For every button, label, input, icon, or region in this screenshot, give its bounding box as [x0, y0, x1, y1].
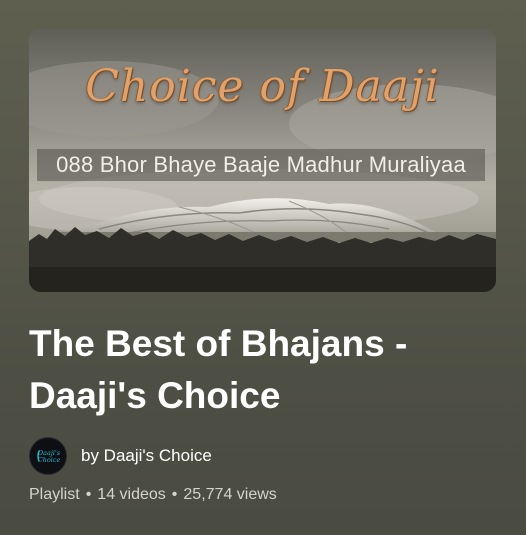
meta-separator: •	[85, 486, 92, 503]
meta-separator: •	[171, 486, 178, 503]
thumbnail-caption: 088 Bhor Bhaye Baaje Madhur Muraliyaa	[37, 149, 485, 181]
playlist-thumbnail[interactable]: Choice of Daaji 088 Bhor Bhaye Baaje Mad…	[29, 29, 496, 292]
ground-shadow	[29, 267, 496, 292]
channel-name[interactable]: by Daaji's Choice	[81, 446, 212, 466]
playlist-title[interactable]: The Best of Bhajans - Daaji's Choice	[29, 318, 499, 422]
channel-link[interactable]: Daaji's Choice by Daaji's Choice	[29, 437, 212, 475]
view-count: 25,774 views	[183, 486, 277, 503]
thumbnail-script-title: Choice of Daaji	[85, 61, 440, 112]
avatar[interactable]: Daaji's Choice	[29, 437, 67, 475]
playlist-card: Choice of Daaji 088 Bhor Bhaye Baaje Mad…	[0, 0, 526, 535]
avatar-text-line2: Choice	[38, 456, 61, 464]
playlist-meta: Playlist • 14 videos • 25,774 views	[29, 486, 277, 504]
channel-logo-icon: Daaji's Choice	[37, 449, 61, 464]
video-count: 14 videos	[97, 486, 166, 503]
playlist-type: Playlist	[29, 486, 80, 503]
